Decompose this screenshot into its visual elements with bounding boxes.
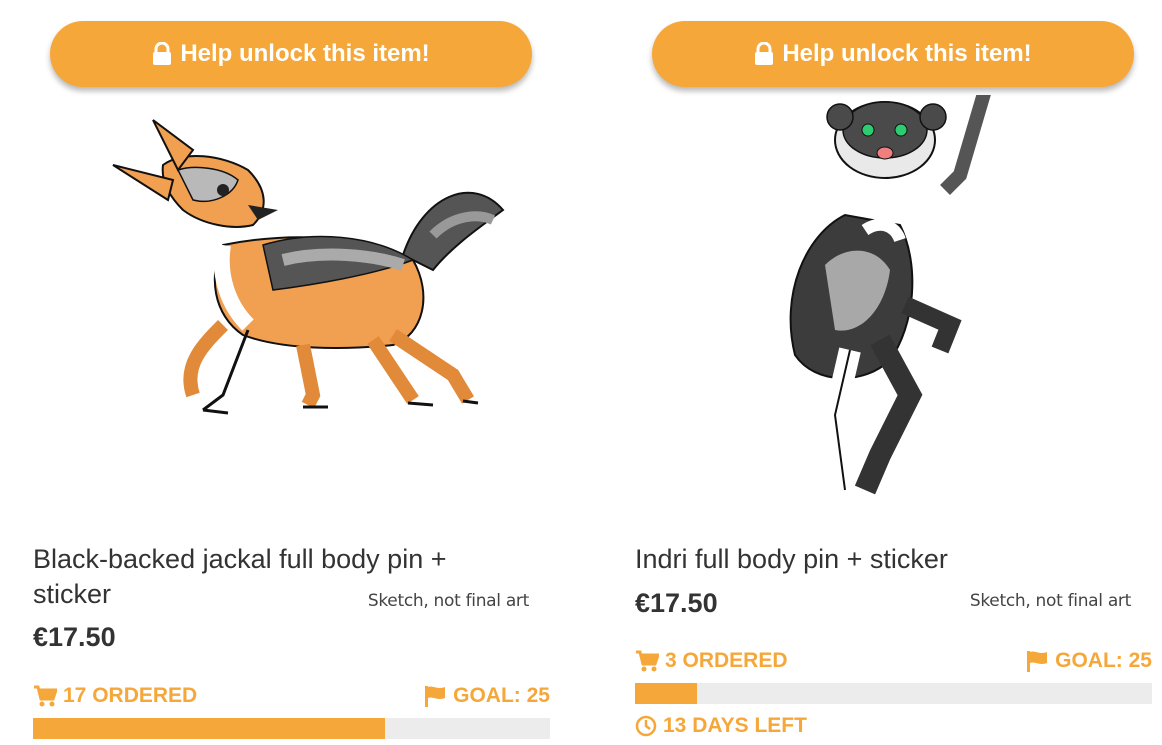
order-stats: 3 ORDERED GOAL: 25 <box>635 649 1152 673</box>
product-card-indri: Help unlock this item! Sketch, not final… <box>635 0 1152 745</box>
order-progress-bar <box>635 683 1152 704</box>
flag-icon <box>425 686 446 707</box>
order-stats: 17 ORDERED GOAL: 25 <box>33 684 550 708</box>
help-unlock-label: Help unlock this item! <box>180 40 430 67</box>
lock-icon <box>754 41 774 66</box>
jackal-sketch <box>112 119 505 415</box>
order-progress-fill <box>33 718 385 739</box>
product-image[interactable]: Sketch, not final art <box>73 95 543 611</box>
product-price: €17.50 <box>635 588 718 618</box>
lock-icon <box>152 41 172 66</box>
goal-count: GOAL: 25 <box>423 684 550 708</box>
goal-label: GOAL: 25 <box>1055 649 1152 672</box>
cart-icon <box>636 650 659 672</box>
goal-label: GOAL: 25 <box>453 684 550 707</box>
sketch-note: Sketch, not final art <box>969 591 1131 611</box>
ordered-count: 3 ORDERED <box>635 649 788 673</box>
product-title[interactable]: Black-backed jackal full body pin + stic… <box>33 542 523 612</box>
product-price: €17.50 <box>33 622 116 652</box>
ordered-count: 17 ORDERED <box>33 684 197 708</box>
order-progress-fill <box>635 683 698 704</box>
days-left: 13 DAYS LEFT <box>635 714 807 738</box>
days-left-label: 13 DAYS LEFT <box>663 714 807 737</box>
order-progress-bar <box>33 718 550 739</box>
product-title[interactable]: Indri full body pin + sticker <box>635 542 1125 577</box>
help-unlock-button[interactable]: Help unlock this item! <box>50 21 532 87</box>
ordered-label: 3 ORDERED <box>665 649 788 672</box>
ordered-label: 17 ORDERED <box>63 684 198 707</box>
product-card-jackal: Help unlock this item! Sketch, not final… <box>33 0 550 745</box>
help-unlock-label: Help unlock this item! <box>782 40 1032 67</box>
help-unlock-button[interactable]: Help unlock this item! <box>652 21 1134 87</box>
clock-icon <box>635 715 657 737</box>
indri-sketch <box>789 88 992 495</box>
goal-count: GOAL: 25 <box>1025 649 1152 673</box>
cart-icon <box>34 685 57 707</box>
flag-icon <box>1027 651 1048 672</box>
product-image[interactable]: Sketch, not final art <box>675 88 1145 611</box>
